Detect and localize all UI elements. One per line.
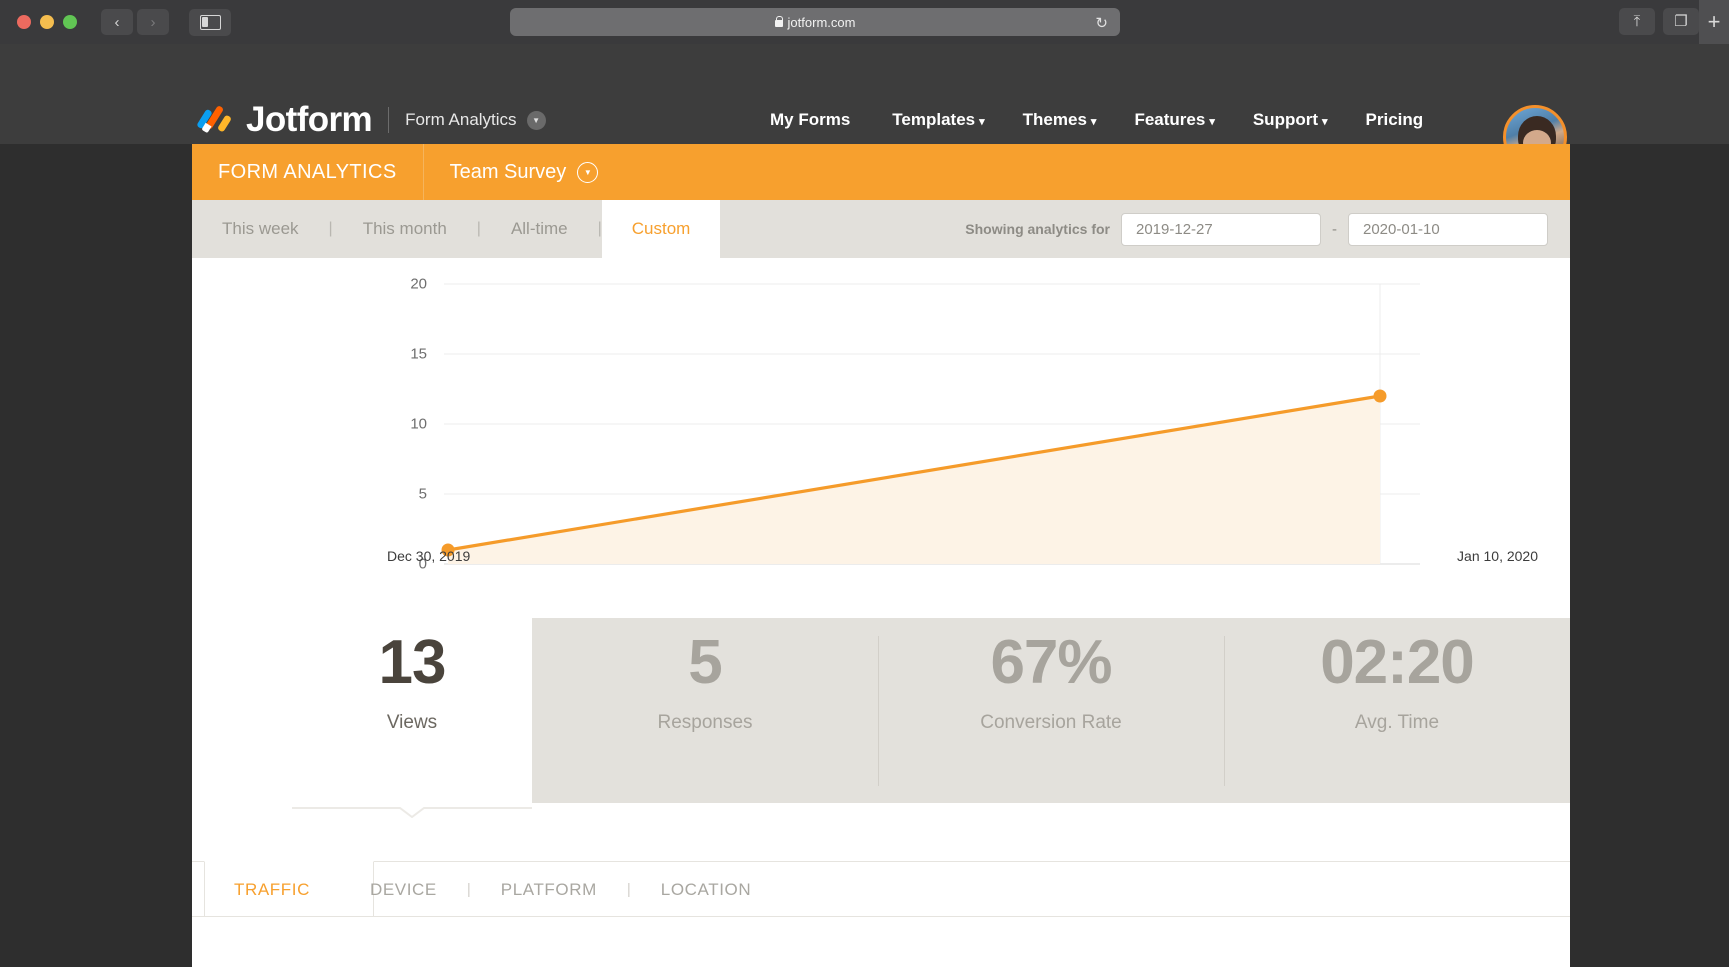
stat-value: 67%	[990, 628, 1112, 697]
nav-caret: ▾	[1322, 116, 1328, 128]
brand-name: Jotform	[246, 100, 373, 139]
url-text: jotform.com	[787, 14, 856, 30]
nav-item-templates[interactable]: Templates ▾	[892, 110, 984, 130]
views-pointer-divider	[292, 807, 532, 818]
maximize-window-button[interactable]	[63, 15, 77, 29]
nav-caret: ▾	[1209, 116, 1215, 128]
nav-item-label: Pricing	[1365, 110, 1424, 129]
stat-card-avg-time: 02:20 Avg. Time	[1224, 618, 1570, 786]
showing-analytics-group: Showing analytics for 2019-12-27 - 2020-…	[965, 200, 1548, 258]
stat-value: 5	[688, 628, 722, 697]
stat-card-responses: 5 Responses	[532, 618, 878, 734]
date-to-input[interactable]: 2020-01-10	[1348, 212, 1548, 246]
jotform-logo-icon	[196, 103, 234, 137]
x-tick-label-start: Dec 30, 2019	[387, 548, 471, 564]
stat-label: Views	[386, 712, 438, 733]
jotform-top-nav: Jotform Form Analytics ▼ My Forms Templa…	[0, 44, 1729, 169]
nav-item-themes[interactable]: Themes ▾	[1023, 110, 1097, 130]
chart-canvas	[441, 283, 1420, 565]
forward-button[interactable]: ›	[137, 9, 169, 35]
date-from-input[interactable]: 2019-12-27	[1121, 212, 1321, 246]
browser-nav-arrows: ‹ ›	[101, 9, 169, 35]
range-tab-all-time[interactable]: All-time	[481, 200, 598, 258]
detail-tab-list: TRAFFIC DEVICE | PLATFORM | LOCATION	[192, 862, 781, 917]
new-tab-button[interactable]: +	[1699, 0, 1729, 44]
range-tab-this-week[interactable]: This week	[192, 200, 329, 258]
showing-analytics-label: Showing analytics for	[965, 221, 1110, 237]
form-selector[interactable]: Team Survey ▼	[424, 144, 625, 200]
analytics-panel: FORM ANALYTICS Team Survey ▼ This week |…	[192, 144, 1570, 967]
nav-item-label: Themes	[1022, 110, 1087, 129]
brand-area[interactable]: Jotform Form Analytics ▼	[196, 100, 546, 140]
stat-value: 02:20	[1320, 628, 1475, 697]
sidebar-toggle-icon	[199, 14, 221, 30]
stat-value: 13	[378, 628, 447, 697]
browser-right-buttons: ⤒ ❐	[1619, 8, 1699, 35]
lock-icon	[774, 15, 783, 27]
reload-icon[interactable]: ↻	[1095, 14, 1108, 32]
nav-item-features[interactable]: Features ▾	[1134, 110, 1214, 130]
nav-item-label: Templates	[892, 110, 976, 129]
tab-device[interactable]: DEVICE	[340, 880, 467, 900]
stat-card-views: 13 Views	[312, 632, 512, 734]
stat-label: Avg. Time	[1354, 712, 1440, 733]
product-name: Form Analytics	[405, 110, 517, 129]
nav-item-support[interactable]: Support ▾	[1253, 110, 1328, 130]
stats-row: 13 Views 5 Responses 67% Conversion Rate…	[192, 618, 1570, 838]
tab-platform[interactable]: PLATFORM	[471, 880, 627, 900]
views-chart: 20 15 10 5 0 Dec 30, 2019 Jan 10, 2020	[192, 258, 1570, 618]
stat-label: Responses	[657, 712, 753, 733]
range-tab-custom[interactable]: Custom	[601, 200, 721, 258]
share-button[interactable]: ⤒	[1619, 8, 1655, 35]
form-name: Team Survey	[449, 160, 567, 183]
chart-point-end	[1373, 389, 1387, 403]
nav-caret: ▾	[979, 116, 985, 128]
date-range-bar: This week | This month | All-time | Cust…	[192, 200, 1570, 258]
main-nav-links: My Forms Templates ▾ Themes ▾ Features ▾ Su…	[770, 110, 1427, 130]
secondary-stats-panel: 5 Responses 67% Conversion Rate 02:20 Av…	[532, 618, 1570, 803]
nav-item-my-forms[interactable]: My Forms	[770, 110, 854, 130]
tab-traffic[interactable]: TRAFFIC	[204, 880, 340, 900]
nav-caret: ▾	[1090, 116, 1097, 128]
window-traffic-lights	[17, 15, 77, 29]
show-tabs-button[interactable]: ❐	[1663, 8, 1699, 35]
nav-item-label: Support	[1252, 110, 1318, 129]
close-window-button[interactable]	[17, 15, 31, 29]
stat-card-conversion-rate: 67% Conversion Rate	[878, 618, 1224, 786]
nav-item-label: My Forms	[770, 110, 851, 129]
nav-item-label: Features	[1134, 110, 1206, 129]
detail-tabs: TRAFFIC DEVICE | PLATFORM | LOCATION	[192, 861, 1570, 967]
date-range-dash: -	[1332, 220, 1337, 238]
page-title: FORM ANALYTICS	[192, 144, 424, 200]
stat-label: Conversion Rate	[980, 712, 1122, 733]
chevron-down-circle-icon[interactable]: ▼	[526, 110, 546, 130]
sidebar-toggle-button[interactable]	[189, 8, 231, 36]
range-tab-list: This week | This month | All-time | Cust…	[192, 200, 721, 258]
nav-item-pricing[interactable]: Pricing	[1366, 110, 1428, 130]
app-header: FORM ANALYTICS Team Survey ▼	[192, 144, 1570, 200]
tab-location[interactable]: LOCATION	[631, 880, 781, 900]
address-bar[interactable]: jotform.com ↻	[510, 8, 1120, 36]
browser-chrome: ‹ › jotform.com ↻ ⤒ ❐ +	[0, 0, 1729, 44]
minimize-window-button[interactable]	[40, 15, 54, 29]
chevron-down-circle-icon[interactable]: ▼	[577, 161, 599, 183]
range-tab-this-month[interactable]: This month	[333, 200, 477, 258]
back-button[interactable]: ‹	[101, 9, 133, 35]
brand-divider	[388, 107, 390, 133]
x-tick-label-end: Jan 10, 2020	[1457, 548, 1538, 564]
